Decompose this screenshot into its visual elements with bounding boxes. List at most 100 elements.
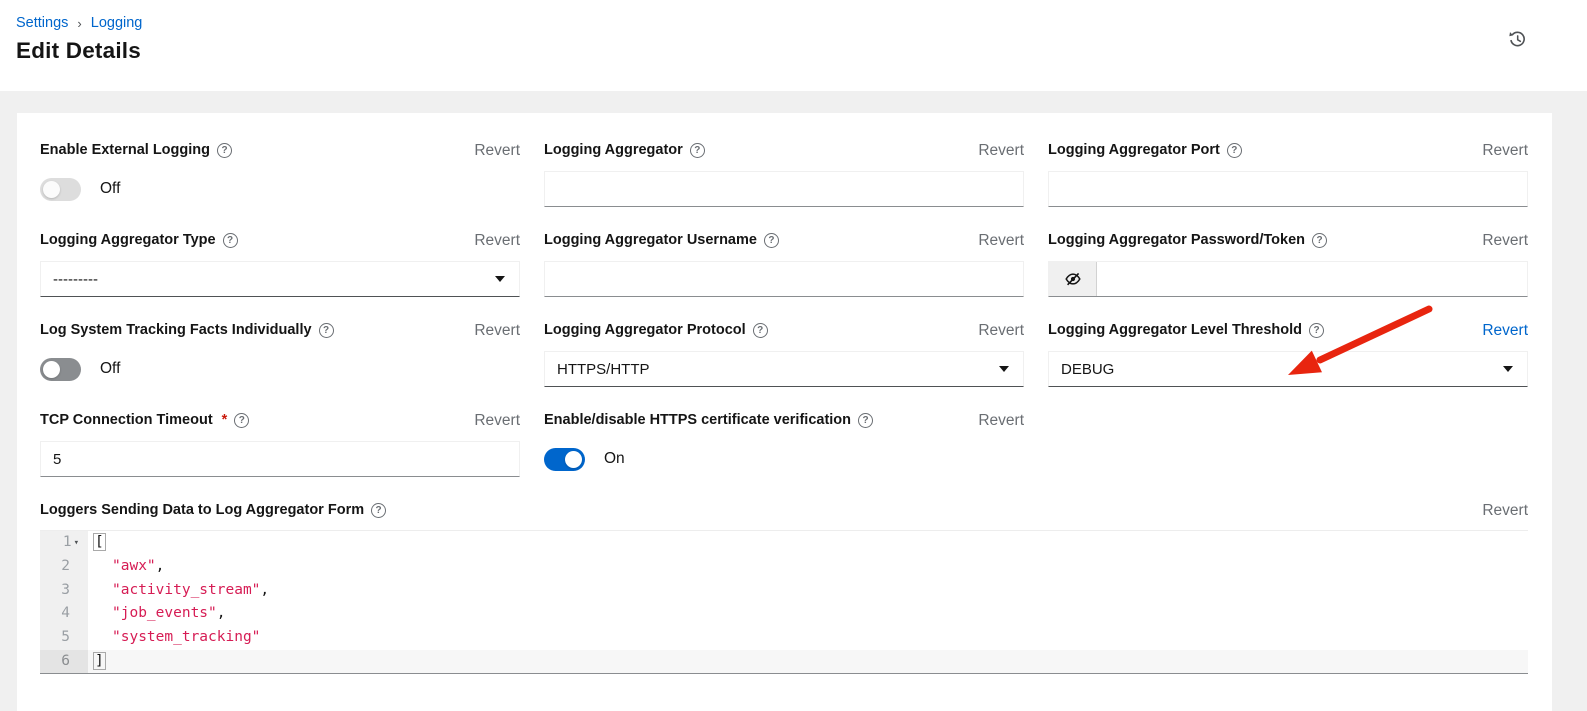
revert-button[interactable]: Revert <box>978 412 1024 429</box>
code-token: "system_tracking" <box>112 629 260 645</box>
logging-aggregator-protocol-select[interactable]: HTTPS/HTTP <box>544 351 1024 387</box>
breadcrumb-separator-icon: › <box>77 16 81 31</box>
field-log-system-tracking: Log System Tracking Facts Individually ?… <box>40 322 520 387</box>
enable-external-logging-toggle[interactable] <box>40 178 81 201</box>
logging-aggregator-level-threshold-select[interactable]: DEBUG <box>1048 351 1528 387</box>
help-icon[interactable]: ? <box>371 503 386 518</box>
line-number: 1 <box>63 531 72 555</box>
select-value: HTTPS/HTTP <box>557 361 650 378</box>
field-label: Log System Tracking Facts Individually <box>40 322 312 338</box>
code-token: , <box>217 605 226 621</box>
code-token: "activity_stream" <box>112 582 260 598</box>
field-logging-aggregator-type: Logging Aggregator Type ? Revert -------… <box>40 232 520 297</box>
line-number: 6 <box>61 650 70 674</box>
logging-aggregator-input[interactable] <box>544 171 1024 207</box>
code-token: [ <box>93 533 106 551</box>
field-logging-aggregator-password: Logging Aggregator Password/Token ? Reve… <box>1048 232 1528 297</box>
help-icon[interactable]: ? <box>319 323 334 338</box>
code-token: ] <box>93 652 106 670</box>
page-header: Settings › Logging Edit Details <box>0 0 1587 91</box>
revert-button[interactable]: Revert <box>474 142 520 159</box>
field-tcp-connection-timeout: TCP Connection Timeout * ? Revert <box>40 412 520 477</box>
code-line-active: 6 ] <box>40 650 1528 674</box>
revert-button[interactable]: Revert <box>978 322 1024 339</box>
field-logging-aggregator-port: Logging Aggregator Port ? Revert <box>1048 142 1528 207</box>
field-logging-aggregator: Logging Aggregator ? Revert <box>544 142 1024 207</box>
revert-button-active[interactable]: Revert <box>1482 322 1528 339</box>
help-icon[interactable]: ? <box>1227 143 1242 158</box>
page-body: Enable External Logging ? Revert Off Log… <box>0 113 1587 711</box>
code-token: "awx" <box>112 558 156 574</box>
select-value: DEBUG <box>1061 361 1114 378</box>
revert-button[interactable]: Revert <box>978 232 1024 249</box>
loggers-code-editor[interactable]: 1 ▾ [ 2 "awx", 3 "activity_stream", <box>40 530 1528 674</box>
help-icon[interactable]: ? <box>1312 233 1327 248</box>
field-label: Logging Aggregator <box>544 142 683 158</box>
help-icon[interactable]: ? <box>764 233 779 248</box>
help-icon[interactable]: ? <box>690 143 705 158</box>
toggle-state-label: Off <box>100 180 120 198</box>
fold-caret-icon[interactable]: ▾ <box>74 539 79 548</box>
code-line: 5 "system_tracking" <box>40 626 1528 650</box>
required-asterisk: * <box>222 412 228 428</box>
help-icon[interactable]: ? <box>223 233 238 248</box>
page-title: Edit Details <box>16 38 1563 64</box>
field-label: Enable/disable HTTPS certificate verific… <box>544 412 851 428</box>
field-enable-external-logging: Enable External Logging ? Revert Off <box>40 142 520 207</box>
field-logging-aggregator-username: Logging Aggregator Username ? Revert <box>544 232 1024 297</box>
breadcrumb-settings[interactable]: Settings <box>16 15 68 31</box>
logging-aggregator-password-input[interactable] <box>1097 262 1527 296</box>
log-system-tracking-toggle[interactable] <box>40 358 81 381</box>
settings-form-card: Enable External Logging ? Revert Off Log… <box>17 113 1552 711</box>
help-icon[interactable]: ? <box>234 413 249 428</box>
field-label: Enable External Logging <box>40 142 210 158</box>
eye-slash-icon[interactable] <box>1049 262 1097 296</box>
code-token: , <box>260 582 269 598</box>
empty-cell <box>1048 412 1528 477</box>
field-label: Logging Aggregator Username <box>544 232 757 248</box>
line-number: 2 <box>61 555 70 579</box>
field-label: TCP Connection Timeout <box>40 412 213 428</box>
toggle-state-label: Off <box>100 360 120 378</box>
caret-down-icon <box>1503 366 1513 372</box>
code-token: "job_events" <box>112 605 217 621</box>
logging-aggregator-port-input[interactable] <box>1048 171 1528 207</box>
revert-button[interactable]: Revert <box>474 232 520 249</box>
revert-button[interactable]: Revert <box>474 412 520 429</box>
code-line: 4 "job_events", <box>40 602 1528 626</box>
select-value: --------- <box>53 271 98 288</box>
help-icon[interactable]: ? <box>753 323 768 338</box>
caret-down-icon <box>495 276 505 282</box>
help-icon[interactable]: ? <box>1309 323 1324 338</box>
field-label: Loggers Sending Data to Log Aggregator F… <box>40 502 364 518</box>
breadcrumb-logging[interactable]: Logging <box>91 15 143 31</box>
revert-button[interactable]: Revert <box>1482 142 1528 159</box>
line-number: 5 <box>61 626 70 650</box>
field-label: Logging Aggregator Port <box>1048 142 1220 158</box>
field-logging-aggregator-protocol: Logging Aggregator Protocol ? Revert HTT… <box>544 322 1024 387</box>
revert-button[interactable]: Revert <box>978 142 1024 159</box>
help-icon[interactable]: ? <box>217 143 232 158</box>
tcp-connection-timeout-input[interactable] <box>40 441 520 477</box>
logging-aggregator-type-select[interactable]: --------- <box>40 261 520 297</box>
field-label: Logging Aggregator Level Threshold <box>1048 322 1302 338</box>
revert-button[interactable]: Revert <box>474 322 520 339</box>
field-loggers-form: Loggers Sending Data to Log Aggregator F… <box>40 502 1528 674</box>
field-label: Logging Aggregator Protocol <box>544 322 746 338</box>
field-label: Logging Aggregator Type <box>40 232 216 248</box>
code-line: 2 "awx", <box>40 555 1528 579</box>
field-logging-aggregator-level-threshold: Logging Aggregator Level Threshold ? Rev… <box>1048 322 1528 387</box>
code-line: 3 "activity_stream", <box>40 579 1528 603</box>
field-https-cert-verification: Enable/disable HTTPS certificate verific… <box>544 412 1024 477</box>
history-icon[interactable] <box>1506 28 1529 54</box>
revert-button[interactable]: Revert <box>1482 502 1528 519</box>
line-number: 3 <box>61 579 70 603</box>
caret-down-icon <box>999 366 1009 372</box>
breadcrumb: Settings › Logging <box>16 15 1563 31</box>
revert-button[interactable]: Revert <box>1482 232 1528 249</box>
code-line: 1 ▾ [ <box>40 531 1528 555</box>
https-cert-verification-toggle[interactable] <box>544 448 585 471</box>
field-label: Logging Aggregator Password/Token <box>1048 232 1305 248</box>
logging-aggregator-username-input[interactable] <box>544 261 1024 297</box>
help-icon[interactable]: ? <box>858 413 873 428</box>
